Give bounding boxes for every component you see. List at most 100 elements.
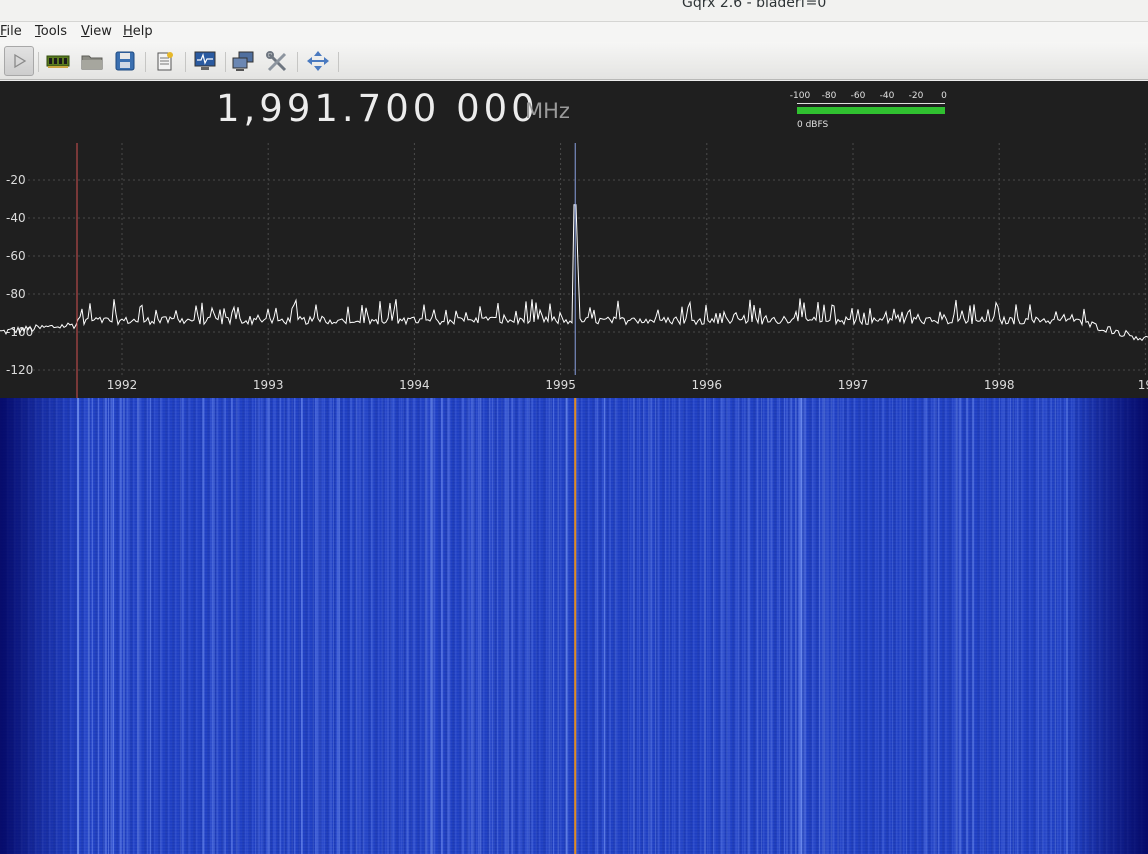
waterfall-streak (657, 398, 659, 854)
waterfall-streak (595, 398, 597, 854)
x-tick-label: 1996 (692, 378, 723, 392)
waterfall-streak (1054, 398, 1056, 854)
waterfall-streak (821, 398, 823, 854)
monitor-icon (194, 51, 216, 70)
io-devices-button[interactable] (44, 47, 72, 75)
menu-file[interactable]: File (0, 24, 22, 39)
waterfall-streak (709, 398, 711, 854)
waterfall-streak (127, 398, 130, 854)
waterfall-display[interactable] (0, 398, 1148, 854)
waterfall-streak (262, 398, 264, 854)
meter-label: 0 dBFS (797, 120, 829, 130)
waterfall-streak (883, 398, 885, 854)
waterfall-streak (1050, 398, 1052, 854)
waterfall-streak (519, 398, 521, 854)
waterfall-streak (150, 398, 152, 854)
toolbar-separator (185, 52, 186, 72)
menu-tools[interactable]: Tools (35, 24, 67, 39)
waterfall-streak (804, 398, 807, 854)
waterfall-streak (955, 398, 958, 854)
waterfall-streak (938, 398, 940, 854)
waterfall-streak (156, 398, 158, 854)
waterfall-streak (643, 398, 644, 854)
x-tick-label: 1997 (838, 378, 869, 392)
play-icon (14, 53, 27, 69)
waterfall-streak (842, 398, 844, 854)
waterfall-streak (288, 398, 290, 854)
menu-tools-label: ools (40, 24, 68, 39)
waterfall-streak (447, 398, 449, 854)
waterfall-streak (492, 398, 493, 854)
waterfall-streak (426, 398, 428, 854)
save-settings-button[interactable] (111, 47, 139, 75)
waterfall-streak (778, 398, 780, 854)
fft-settings-button[interactable] (191, 47, 219, 75)
waterfall-streak (1059, 398, 1061, 854)
waterfall-streak (899, 398, 902, 854)
waterfall-streak (761, 398, 763, 854)
load-settings-button[interactable] (78, 47, 106, 75)
waterfall-streak (103, 398, 105, 854)
waterfall-streak (992, 398, 995, 854)
waterfall-streak (847, 398, 850, 854)
waterfall-streak (521, 398, 523, 854)
waterfall-streak (279, 398, 281, 854)
waterfall-streak (682, 398, 684, 854)
waterfall-streak (614, 398, 616, 854)
menu-file-label: ile (6, 24, 22, 39)
autoscale-button[interactable] (304, 47, 332, 75)
waterfall-streak (605, 398, 607, 854)
waterfall-streak (639, 398, 641, 854)
waterfall-streak (549, 398, 551, 854)
open-folder-icon (81, 55, 103, 70)
waterfall-streak (1012, 398, 1014, 854)
waterfall-streak (119, 398, 122, 854)
waterfall-streak (488, 398, 490, 854)
window-title: Gqrx 2.6 - bladerf=0 (682, 0, 827, 11)
waterfall-streak (110, 398, 113, 854)
spectrum-svg[interactable]: -20-40-60-80-100-1201992 1993 1994 1995 1996… (0, 143, 1148, 398)
menu-help[interactable]: Help (123, 24, 153, 39)
waterfall-streak (971, 398, 974, 854)
waterfall-streak (522, 398, 524, 854)
waterfall-streak (713, 398, 714, 854)
tools-icon (266, 51, 287, 72)
waterfall-streak (478, 398, 479, 854)
waterfall-streak (946, 398, 948, 854)
waterfall-streak (301, 398, 303, 854)
toolbar-separator (338, 52, 339, 72)
waterfall-streak (312, 398, 314, 854)
dock-settings-button[interactable] (263, 47, 291, 75)
waterfall-streak (231, 398, 233, 854)
meter-tick: -100 (789, 91, 811, 101)
waterfall-streak (350, 398, 353, 854)
waterfall-streak (187, 398, 189, 854)
menu-view[interactable]: View (81, 24, 112, 39)
waterfall-streak (339, 398, 340, 854)
waterfall-streak (291, 398, 293, 854)
waterfall-streak (501, 398, 503, 854)
waterfall-streak (674, 398, 676, 854)
waterfall-streak (814, 398, 816, 854)
waterfall-streak (744, 398, 746, 854)
waterfall-streak (550, 398, 552, 854)
waterfall-streak (106, 398, 107, 854)
waterfall-streak (998, 398, 1000, 854)
start-dsp-button[interactable] (4, 46, 34, 76)
frequency-unit: MHz (525, 99, 570, 123)
waterfall-streak (294, 398, 296, 854)
waterfall-streak (827, 398, 829, 854)
waterfall-svg (77, 398, 1075, 854)
window-titlebar: Gqrx 2.6 - bladerf=0 (0, 0, 1148, 22)
remote-notes-button[interactable] (151, 47, 179, 75)
waterfall-streak (146, 398, 148, 854)
y-tick-label: -120 (6, 363, 33, 377)
spectrum-plot[interactable]: -20 -40 -60 -80 -100 -120 1992 1993 1994 1995 1996… (0, 143, 1148, 398)
remote-control-button[interactable] (229, 47, 257, 75)
waterfall-streak (722, 398, 725, 854)
frequency-display[interactable]: 1,991.700 000 (216, 87, 539, 130)
waterfall-streak (703, 398, 705, 854)
x-tick-label: 1995 (545, 378, 576, 392)
waterfall-streak (892, 398, 894, 854)
waterfall-streak (466, 398, 468, 854)
